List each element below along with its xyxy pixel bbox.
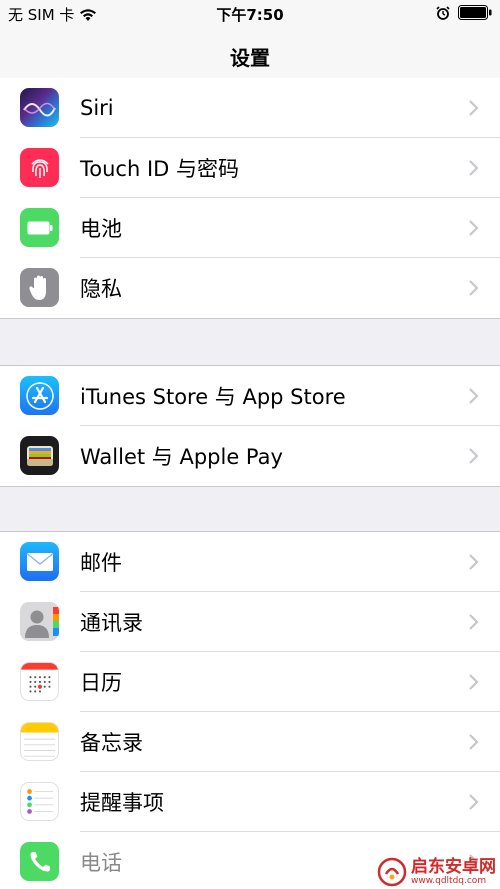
settings-row-label: 隐私: [80, 277, 122, 301]
settings-row-itunes-app-store[interactable]: iTunes Store 与 App Store: [0, 366, 500, 426]
settings-row-label: Touch ID 与密码: [80, 157, 239, 181]
settings-row-battery[interactable]: 电池: [0, 198, 500, 258]
settings-row-contacts[interactable]: 通讯录: [0, 592, 500, 652]
fingerprint-icon: [20, 148, 59, 187]
settings-row-label: Wallet 与 Apple Pay: [80, 445, 283, 469]
settings-row-mail[interactable]: 邮件: [0, 532, 500, 592]
hand-icon: [20, 268, 59, 307]
app-store-icon: [20, 376, 59, 415]
settings-row-label: 邮件: [80, 551, 122, 575]
settings-row-label: 电话: [80, 851, 122, 875]
reminders-icon: [20, 782, 59, 821]
wallet-icon: [20, 436, 59, 475]
notes-icon: [20, 722, 59, 761]
settings-row-notes[interactable]: 备忘录: [0, 712, 500, 772]
chevron-right-icon: [469, 554, 479, 570]
settings-group-1: Siri Touch ID 与密码 电池 隐私: [0, 78, 500, 319]
settings-group-2: iTunes Store 与 App Store Wallet 与 Apple …: [0, 365, 500, 487]
settings-row-label: Siri: [80, 96, 114, 120]
chevron-right-icon: [469, 160, 479, 176]
settings-row-calendar[interactable]: 日历: [0, 652, 500, 712]
settings-row-touch-id[interactable]: Touch ID 与密码: [0, 138, 500, 198]
watermark-url: www.qdltdq.com: [411, 876, 487, 886]
calendar-icon: [20, 662, 59, 701]
settings-row-label: 日历: [80, 671, 122, 695]
chevron-right-icon: [469, 794, 479, 810]
page-title: 设置: [230, 46, 270, 70]
chevron-right-icon: [469, 280, 479, 296]
chevron-right-icon: [469, 100, 479, 116]
watermark-logo-icon: [377, 857, 407, 887]
battery-status-icon: [458, 5, 492, 20]
settings-row-label: iTunes Store 与 App Store: [80, 385, 346, 409]
mail-icon: [20, 542, 59, 581]
battery-icon: [20, 208, 59, 247]
chevron-right-icon: [469, 388, 479, 404]
settings-group-3: 邮件 通讯录 日历 备忘录 提醒事项 电话: [0, 531, 500, 889]
phone-icon: [20, 842, 59, 881]
chevron-right-icon: [469, 734, 479, 750]
settings-row-label: 提醒事项: [80, 791, 164, 815]
watermark-name: 启东安卓网: [411, 857, 496, 877]
chevron-right-icon: [469, 448, 479, 464]
chevron-right-icon: [469, 220, 479, 236]
status-time: 下午7:50: [216, 6, 284, 24]
alarm-icon: [436, 5, 450, 20]
settings-row-siri[interactable]: Siri: [0, 78, 500, 138]
watermark-text-block: 启东安卓网 www.qdltdq.com: [411, 858, 496, 886]
status-right: [436, 5, 492, 20]
chevron-right-icon: [469, 674, 479, 690]
watermark: 启东安卓网 www.qdltdq.com: [377, 857, 496, 887]
settings-row-wallet[interactable]: Wallet 与 Apple Pay: [0, 426, 500, 486]
settings-row-reminders[interactable]: 提醒事项: [0, 772, 500, 832]
chevron-right-icon: [469, 614, 479, 630]
status-bar: 无 SIM 卡 下午7:50: [0, 0, 500, 28]
settings-row-label: 备忘录: [80, 731, 143, 755]
siri-icon: [20, 88, 59, 127]
settings-row-privacy[interactable]: 隐私: [0, 258, 500, 318]
contacts-icon: [20, 602, 59, 641]
settings-row-label: 通讯录: [80, 611, 143, 635]
settings-row-label: 电池: [80, 217, 122, 241]
